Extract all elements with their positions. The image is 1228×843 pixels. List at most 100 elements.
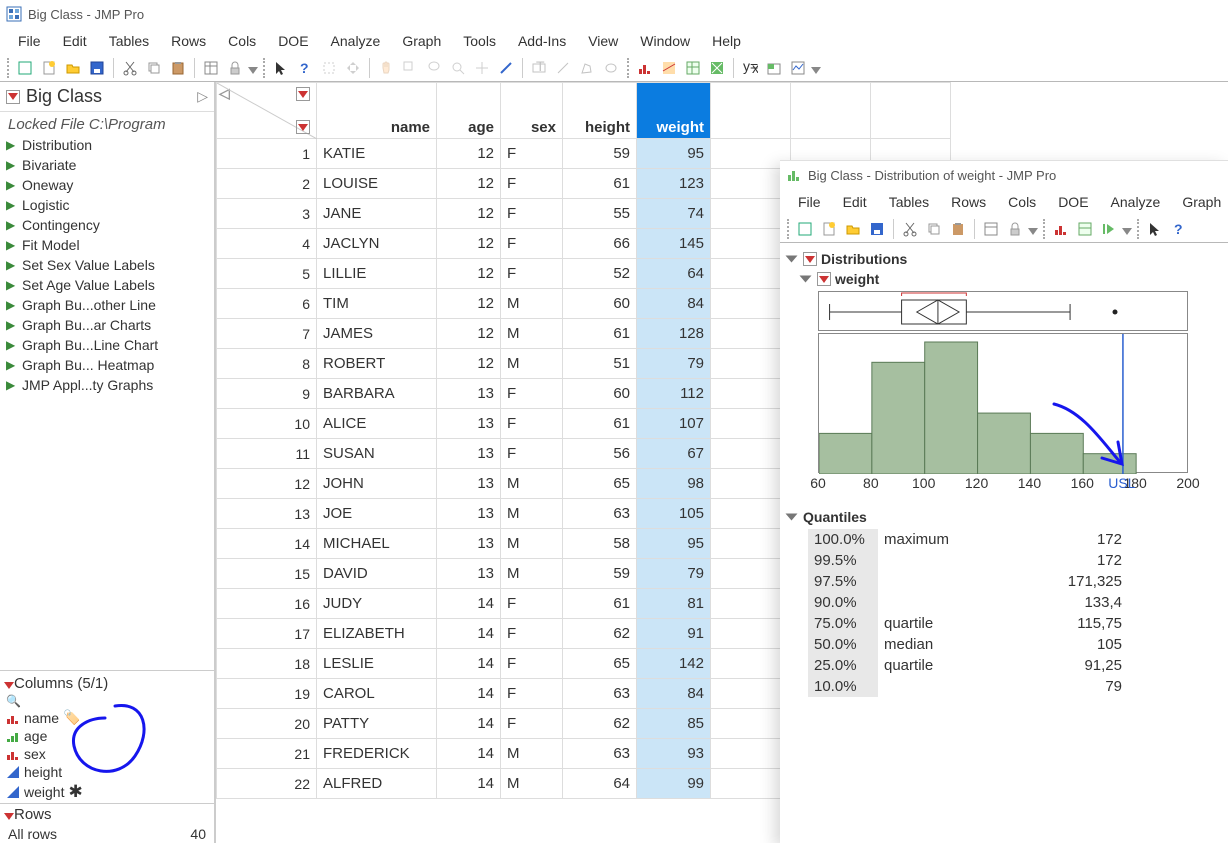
hand-icon[interactable]: [375, 57, 397, 79]
disclose-icon[interactable]: [800, 276, 812, 283]
new-table-icon[interactable]: [14, 57, 36, 79]
paste-icon[interactable]: [167, 57, 189, 79]
table-script-item[interactable]: ▶Graph Bu...ar Charts: [4, 315, 210, 335]
open-icon[interactable]: [842, 218, 864, 240]
paste-icon[interactable]: [947, 218, 969, 240]
menu-file[interactable]: File: [8, 31, 51, 51]
row-number[interactable]: 17: [217, 619, 317, 649]
row-number[interactable]: 3: [217, 199, 317, 229]
menu-edit[interactable]: Edit: [53, 31, 97, 51]
menu-add-ins[interactable]: Add-Ins: [508, 31, 576, 51]
line-tool-icon[interactable]: [552, 57, 574, 79]
zoom-icon[interactable]: [447, 57, 469, 79]
menu-cols[interactable]: Cols: [218, 31, 266, 51]
table-icon[interactable]: [200, 57, 222, 79]
panel-disclose-icon[interactable]: ▷: [197, 88, 208, 105]
table-script-item[interactable]: ▶Fit Model: [4, 235, 210, 255]
help-cursor-icon[interactable]: ?: [294, 57, 316, 79]
distributions-section-header[interactable]: Distributions: [788, 251, 1220, 267]
row-number[interactable]: 14: [217, 529, 317, 559]
row-number[interactable]: 20: [217, 709, 317, 739]
menu-window[interactable]: Window: [630, 31, 700, 51]
menu-help[interactable]: Help: [702, 31, 751, 51]
box-plot[interactable]: [818, 291, 1188, 331]
column-item-age[interactable]: age: [0, 727, 214, 745]
table-script-item[interactable]: ▶Contingency: [4, 215, 210, 235]
table-script-item[interactable]: ▶Graph Bu... Heatmap: [4, 355, 210, 375]
copy-icon[interactable]: [923, 218, 945, 240]
save-icon[interactable]: [86, 57, 108, 79]
col-header-age[interactable]: age: [437, 83, 501, 139]
weight-red-triangle[interactable]: [817, 272, 831, 286]
row-number[interactable]: 8: [217, 349, 317, 379]
table-script-item[interactable]: ▶Logistic: [4, 195, 210, 215]
corner-cell[interactable]: ◁: [217, 83, 317, 139]
menu-edit[interactable]: Edit: [833, 192, 877, 212]
crosshair-icon[interactable]: [471, 57, 493, 79]
row-number[interactable]: 16: [217, 589, 317, 619]
row-number[interactable]: 1: [217, 139, 317, 169]
row-number[interactable]: 21: [217, 739, 317, 769]
col-header-name[interactable]: name: [317, 83, 437, 139]
menu-doe[interactable]: DOE: [268, 31, 318, 51]
table-script-item[interactable]: ▶Set Sex Value Labels: [4, 255, 210, 275]
control-chart-icon[interactable]: [787, 57, 809, 79]
menu-analyze[interactable]: Analyze: [321, 31, 391, 51]
row-number[interactable]: 19: [217, 679, 317, 709]
new-doc-icon[interactable]: [38, 57, 60, 79]
graph-builder-icon[interactable]: [706, 57, 728, 79]
scroller-icon[interactable]: [342, 57, 364, 79]
row-number[interactable]: 9: [217, 379, 317, 409]
menu-rows[interactable]: Rows: [161, 31, 216, 51]
rerun-icon[interactable]: [1098, 218, 1120, 240]
table-red-triangle[interactable]: [6, 90, 20, 104]
column-item-height[interactable]: height: [0, 763, 214, 781]
menu-tables[interactable]: Tables: [879, 192, 939, 212]
help-cursor-icon[interactable]: ?: [1168, 218, 1190, 240]
table-script-item[interactable]: ▶JMP Appl...ty Graphs: [4, 375, 210, 395]
row-number[interactable]: 12: [217, 469, 317, 499]
menu-file[interactable]: File: [788, 192, 831, 212]
toolbar-grip-2[interactable]: [263, 58, 265, 78]
copy-icon[interactable]: [143, 57, 165, 79]
row-number[interactable]: 4: [217, 229, 317, 259]
row-number[interactable]: 18: [217, 649, 317, 679]
table-name[interactable]: Big Class: [26, 86, 102, 107]
weight-section-header[interactable]: weight: [802, 271, 1220, 287]
table-icon[interactable]: [980, 218, 1002, 240]
brush-icon[interactable]: [399, 57, 421, 79]
row-number[interactable]: 15: [217, 559, 317, 589]
menu-view[interactable]: View: [578, 31, 628, 51]
table-script-item[interactable]: ▶Bivariate: [4, 155, 210, 175]
col-header-sex[interactable]: sex: [501, 83, 563, 139]
annotate-icon[interactable]: [495, 57, 517, 79]
distribution-window[interactable]: Big Class - Distribution of weight - JMP…: [780, 160, 1228, 843]
row-number[interactable]: 13: [217, 499, 317, 529]
menu-analyze[interactable]: Analyze: [1101, 192, 1171, 212]
menu-rows[interactable]: Rows: [941, 192, 996, 212]
row-number[interactable]: 7: [217, 319, 317, 349]
new-table-icon[interactable]: [794, 218, 816, 240]
row-number[interactable]: 22: [217, 769, 317, 799]
histogram[interactable]: [818, 333, 1188, 473]
columns-search-icon[interactable]: 🔍: [0, 694, 214, 708]
toolbar-grip-3[interactable]: [627, 58, 629, 78]
arrow-cursor-icon[interactable]: [1144, 218, 1166, 240]
row-number[interactable]: 5: [217, 259, 317, 289]
lock-dropdown[interactable]: [248, 67, 258, 74]
tabulate-icon[interactable]: [682, 57, 704, 79]
text-box-icon[interactable]: T: [528, 57, 550, 79]
menu-graph[interactable]: Graph: [1172, 192, 1228, 212]
columns-red-triangle[interactable]: [4, 676, 14, 692]
shape-tool-icon[interactable]: [600, 57, 622, 79]
table-script-item[interactable]: ▶Graph Bu...Line Chart: [4, 335, 210, 355]
partition-icon[interactable]: [763, 57, 785, 79]
menu-tables[interactable]: Tables: [99, 31, 159, 51]
disclose-icon[interactable]: [786, 256, 798, 263]
lock-icon[interactable]: [224, 57, 246, 79]
table-script-item[interactable]: ▶Set Age Value Labels: [4, 275, 210, 295]
toolbar-grip[interactable]: [7, 58, 9, 78]
polygon-tool-icon[interactable]: [576, 57, 598, 79]
row-number[interactable]: 2: [217, 169, 317, 199]
save-icon[interactable]: [866, 218, 888, 240]
